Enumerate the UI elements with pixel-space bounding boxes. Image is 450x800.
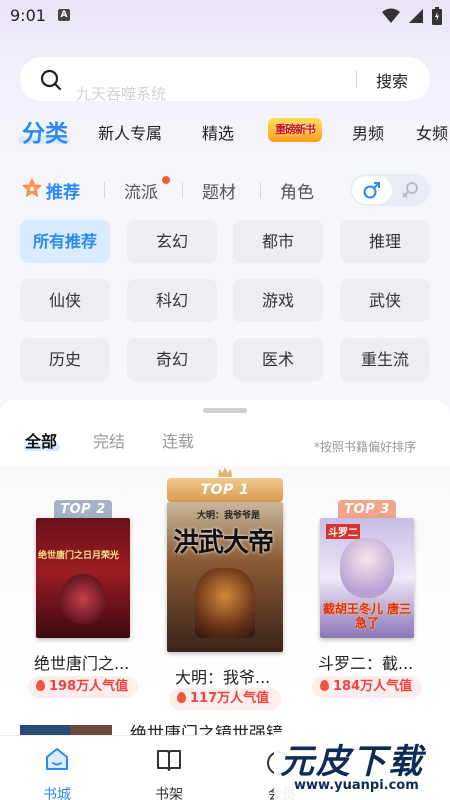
genre-history[interactable]: 历史 (20, 338, 110, 381)
genre-rebirth[interactable]: 重生流 (340, 338, 430, 381)
cover-title: 截胡王冬儿 唐三急了 (322, 602, 412, 630)
nav-label: 书架 (155, 787, 183, 800)
book-cover: 大明：我爷爷是 洪武大帝 (167, 502, 283, 652)
flame-icon (320, 680, 329, 691)
status-icons (382, 6, 442, 26)
popularity-value: 184万人气值 (333, 679, 413, 694)
watermark: 元皮下载 www.yuanpi.com (274, 732, 450, 800)
crown-icon (218, 467, 232, 477)
cover-title: 洪武大帝 (173, 528, 274, 558)
ranking-podium: TOP 2 绝世唐门之日月荣光 绝世唐门之... 198万人气值 TOP 1 大… (0, 466, 450, 710)
home-icon (46, 748, 68, 770)
popularity-pill: 198万人气值 (28, 676, 138, 698)
genre-wuxia[interactable]: 武侠 (340, 279, 430, 322)
category-tabs: 推荐 流派 题材 角色 (0, 170, 450, 210)
rank-badge: TOP 3 (338, 500, 396, 520)
female-option[interactable] (392, 176, 428, 204)
tab-classify[interactable]: 分类 (22, 114, 68, 148)
tab-recommend[interactable]: 推荐 (46, 178, 80, 203)
genre-scifi[interactable]: 科幻 (127, 279, 217, 322)
status-bar: 9:01 A (0, 0, 450, 32)
genre-mystery[interactable]: 推理 (340, 220, 430, 263)
book-title: 绝世唐门之... (34, 654, 130, 673)
genre-fantasy[interactable]: 奇幻 (127, 338, 217, 381)
book-cover: 绝世唐门之日月荣光 (36, 518, 130, 638)
tab-new-books[interactable]: 重磅新书 (268, 118, 322, 142)
rank-badge: TOP 2 (54, 500, 112, 520)
rank-tab-ongoing[interactable]: 连载 (162, 428, 194, 452)
book-card-top3[interactable]: TOP 3 斗罗二 截胡王冬儿 唐三急了 斗罗二：截... 184万人气值 (312, 500, 422, 710)
female-icon (402, 182, 418, 198)
genre-urban[interactable]: 都市 (233, 220, 323, 263)
top-tabs: 分类 新人专属 精选 重磅新书 男频 女频 (0, 108, 450, 150)
genre-xuanhuan[interactable]: 玄幻 (127, 220, 217, 263)
tab-role[interactable]: 角色 (280, 178, 314, 203)
rank-tab-all[interactable]: 全部 (25, 428, 57, 452)
tab-featured[interactable]: 精选 (202, 120, 234, 144)
nav-label: 书城 (43, 787, 71, 800)
male-option[interactable] (352, 176, 392, 204)
notification-icon: A (58, 9, 70, 21)
book-card-top1[interactable]: TOP 1 大明：我爷爷是 洪武大帝 大明：我爷... 117万人气值 (167, 466, 283, 712)
search-icon (40, 69, 62, 91)
cover-art (340, 538, 394, 598)
signal-icon (409, 9, 423, 23)
book-title: 斗罗二：截... (318, 654, 414, 673)
status-time: 9:01 (10, 6, 46, 25)
drag-handle[interactable] (203, 408, 247, 413)
cover-subtitle: 斗罗二 (326, 524, 360, 539)
book-title: 大明：我爷... (175, 668, 271, 687)
divider (104, 182, 105, 198)
popularity-pill: 117万人气值 (169, 688, 281, 710)
popularity-pill: 184万人气值 (312, 676, 422, 698)
book-icon (157, 750, 181, 771)
search-bar[interactable]: 九天吞噬系统 搜索 (20, 57, 430, 103)
male-icon (363, 182, 380, 199)
tab-genre[interactable]: 流派 (124, 178, 158, 203)
sort-hint: *按照书籍偏好排序 (314, 440, 417, 454)
wifi-icon (382, 8, 400, 23)
rank-tab-completed[interactable]: 完结 (93, 428, 125, 452)
watermark-logo: 元皮下载 (280, 742, 424, 782)
battery-icon (432, 7, 442, 25)
tab-newcomer[interactable]: 新人专属 (98, 120, 162, 144)
flame-icon (177, 692, 186, 703)
search-divider (356, 70, 357, 88)
gender-toggle[interactable] (350, 174, 430, 206)
tab-theme[interactable]: 题材 (202, 178, 236, 203)
genre-xianxia[interactable]: 仙侠 (20, 279, 110, 322)
divider (182, 182, 183, 198)
new-dot (162, 176, 170, 184)
tab-male[interactable]: 男频 (352, 120, 384, 144)
genre-medical[interactable]: 医术 (233, 338, 323, 381)
search-button[interactable]: 搜索 (376, 68, 408, 92)
cover-art (60, 574, 106, 624)
search-placeholder: 九天吞噬系统 (76, 85, 167, 103)
popularity-value: 198万人气值 (49, 679, 129, 694)
flame-icon (36, 680, 45, 691)
book-card-top2[interactable]: TOP 2 绝世唐门之日月荣光 绝世唐门之... 198万人气值 (28, 500, 138, 710)
genre-game[interactable]: 游戏 (233, 279, 323, 322)
cover-title: 绝世唐门之日月荣光 (38, 551, 120, 561)
popularity-value: 117万人气值 (190, 691, 270, 706)
book-cover: 斗罗二 截胡王冬儿 唐三急了 (320, 518, 414, 638)
watermark-url: www.yuanpi.com (294, 778, 419, 793)
cover-art (195, 568, 255, 638)
rank-badge: TOP 1 (167, 478, 283, 502)
cover-subtitle: 大明：我爷爷是 (197, 511, 261, 521)
star-icon (22, 178, 42, 197)
genre-all[interactable]: 所有推荐 (20, 220, 110, 263)
tab-female[interactable]: 女频 (416, 120, 448, 144)
divider (260, 182, 261, 198)
